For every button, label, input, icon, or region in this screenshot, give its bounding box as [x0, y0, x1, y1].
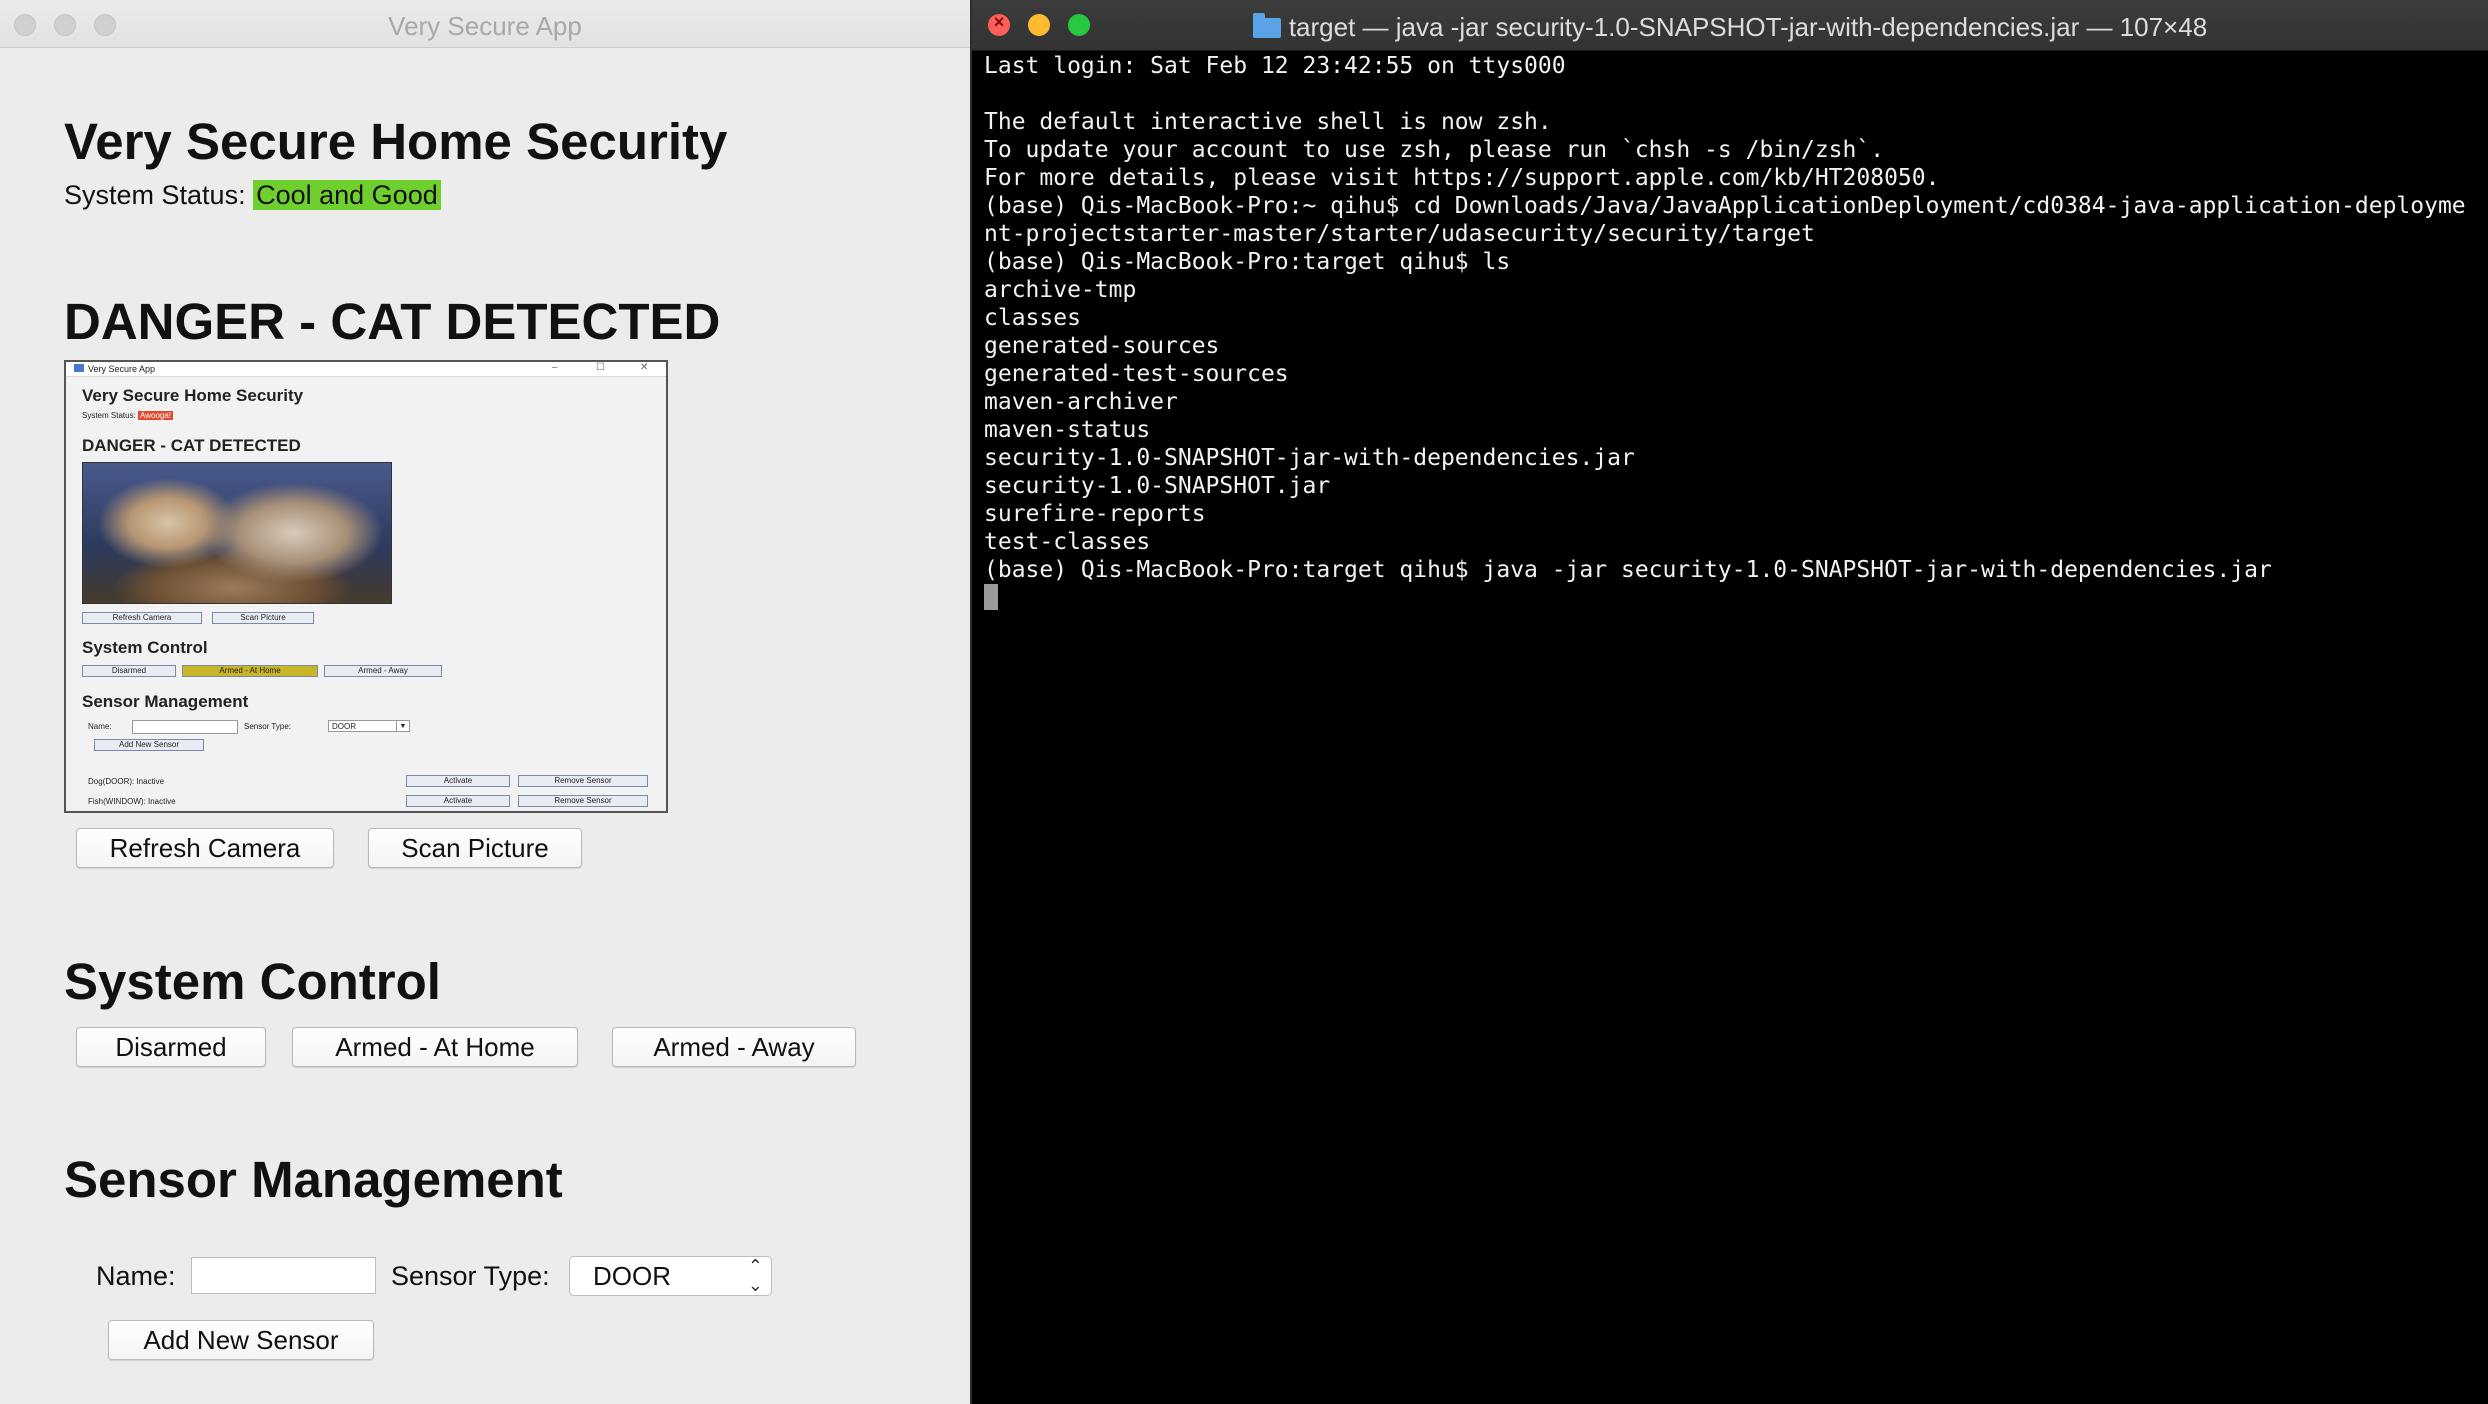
camera-image-status-badge: Awooga! [138, 411, 174, 420]
terminal-line: To update your account to use zsh, pleas… [984, 137, 1885, 163]
terminal-line: generated-test-sources [984, 361, 1289, 387]
maximize-icon: ☐ [596, 362, 605, 373]
terminal-line: classes [984, 305, 1081, 331]
status-badge: Cool and Good [253, 180, 441, 210]
scan-picture-button[interactable]: Scan Picture [368, 828, 582, 868]
armed-away-button[interactable]: Armed - Away [612, 1027, 856, 1067]
disarmed-button[interactable]: Disarmed [76, 1027, 266, 1067]
camera-image-titlebar: Very Secure App – ☐ ✕ [66, 362, 666, 377]
camera-image-name-label: Name: [88, 722, 112, 731]
camera-image: Very Secure App – ☐ ✕ Very Secure Home S… [64, 360, 668, 813]
terminal-line: Last login: Sat Feb 12 23:42:55 on ttys0… [984, 53, 1566, 79]
camera-image-activate-button-2: Activate [406, 795, 510, 807]
app-titlebar: Very Secure App [0, 0, 970, 48]
very-secure-app-window: Very Secure App Very Secure Home Securit… [0, 0, 970, 1404]
sensor-management-title: Sensor Management [64, 1151, 563, 1208]
terminal-titlebar: × target — java -jar security-1.0-SNAPSH… [972, 0, 2488, 51]
terminal-line: test-classes [984, 529, 1151, 555]
camera-image-heading: Very Secure Home Security [82, 386, 304, 405]
terminal-window-title: target — java -jar security-1.0-SNAPSHOT… [972, 0, 2488, 50]
app-heading: Very Secure Home Security [64, 113, 728, 170]
close-icon: ✕ [640, 362, 649, 373]
system-status: System Status: Cool and Good [64, 180, 441, 211]
camera-image-remove-button-1: Remove Sensor [518, 775, 648, 787]
sensor-name-input[interactable] [191, 1257, 376, 1294]
terminal-line: nt-projectstarter-master/starter/udasecu… [984, 221, 1815, 247]
sensor-type-select[interactable]: DOOR ⌃ ⌄ [569, 1256, 772, 1296]
app-icon [74, 364, 84, 372]
terminal-line: (base) Qis-MacBook-Pro:~ qihu$ cd Downlo… [984, 193, 2466, 219]
camera-image-armed-away-button: Armed - Away [324, 665, 442, 677]
camera-image-name-input [132, 720, 238, 734]
camera-image-status: System Status: Awooga! [82, 411, 174, 420]
camera-image-system-control-title: System Control [82, 638, 208, 657]
status-label: System Status: [64, 180, 246, 210]
camera-image-remove-button-2: Remove Sensor [518, 795, 648, 807]
terminal-window: × target — java -jar security-1.0-SNAPSH… [970, 0, 2488, 1404]
sensor-type-label: Sensor Type: [391, 1261, 550, 1291]
camera-image-section-title: DANGER - CAT DETECTED [82, 436, 301, 455]
terminal-line: maven-archiver [984, 389, 1178, 415]
cat-photo [82, 462, 392, 604]
camera-image-add-sensor-button: Add New Sensor [94, 739, 204, 751]
minimize-icon: – [552, 362, 558, 373]
terminal-line: surefire-reports [984, 501, 1206, 527]
camera-image-sensor-row-1: Dog(DOOR): Inactive [88, 777, 165, 786]
terminal-title-text: target — java -jar security-1.0-SNAPSHOT… [1288, 12, 2208, 42]
terminal-cursor-line [984, 584, 2488, 612]
app-window-title: Very Secure App [388, 11, 582, 41]
terminal-line: maven-status [984, 417, 1151, 443]
up-down-arrows-icon: ⌃ ⌄ [747, 1256, 763, 1295]
camera-image-status-label: System Status: [82, 411, 136, 420]
armed-at-home-button[interactable]: Armed - At Home [292, 1027, 578, 1067]
terminal-line: archive-tmp [984, 277, 1137, 303]
camera-image-activate-button-1: Activate [406, 775, 510, 787]
name-label: Name: [96, 1261, 176, 1291]
camera-image-disarmed-button: Disarmed [82, 665, 176, 677]
camera-image-armed-home-button: Armed - At Home [182, 665, 318, 677]
terminal-line: generated-sources [984, 333, 1220, 359]
terminal-cursor [984, 584, 998, 610]
add-new-sensor-button[interactable]: Add New Sensor [108, 1320, 374, 1360]
camera-image-sensor-type-label: Sensor Type: [244, 722, 291, 731]
terminal-line: (base) Qis-MacBook-Pro:target qihu$ java… [984, 557, 2272, 583]
refresh-camera-button[interactable]: Refresh Camera [76, 828, 334, 868]
camera-image-sensor-type-value: DOOR [332, 722, 356, 731]
camera-image-sensor-type-select: DOOR ▼ [328, 720, 410, 732]
camera-image-sensor-row-2: Fish(WINDOW): Inactive [88, 797, 176, 806]
terminal-line: (base) Qis-MacBook-Pro:target qihu$ ls [984, 249, 1511, 275]
terminal-output[interactable]: Last login: Sat Feb 12 23:42:55 on ttys0… [984, 52, 2488, 612]
camera-image-sensor-title: Sensor Management [82, 692, 249, 711]
terminal-line: The default interactive shell is now zsh… [984, 109, 1552, 135]
camera-image-window-title: Very Secure App [88, 364, 156, 374]
terminal-line: For more details, please visit https://s… [984, 165, 1940, 191]
camera-image-refresh-button: Refresh Camera [82, 612, 202, 624]
system-control-title: System Control [64, 953, 441, 1010]
terminal-line: security-1.0-SNAPSHOT-jar-with-dependenc… [984, 445, 1635, 471]
folder-icon [1252, 13, 1281, 38]
terminal-line: security-1.0-SNAPSHOT.jar [984, 473, 1331, 499]
camera-image-scan-button: Scan Picture [212, 612, 314, 624]
sensor-type-value: DOOR [593, 1261, 671, 1291]
camera-section-title: DANGER - CAT DETECTED [64, 293, 721, 350]
chevron-down-icon: ▼ [396, 721, 409, 731]
